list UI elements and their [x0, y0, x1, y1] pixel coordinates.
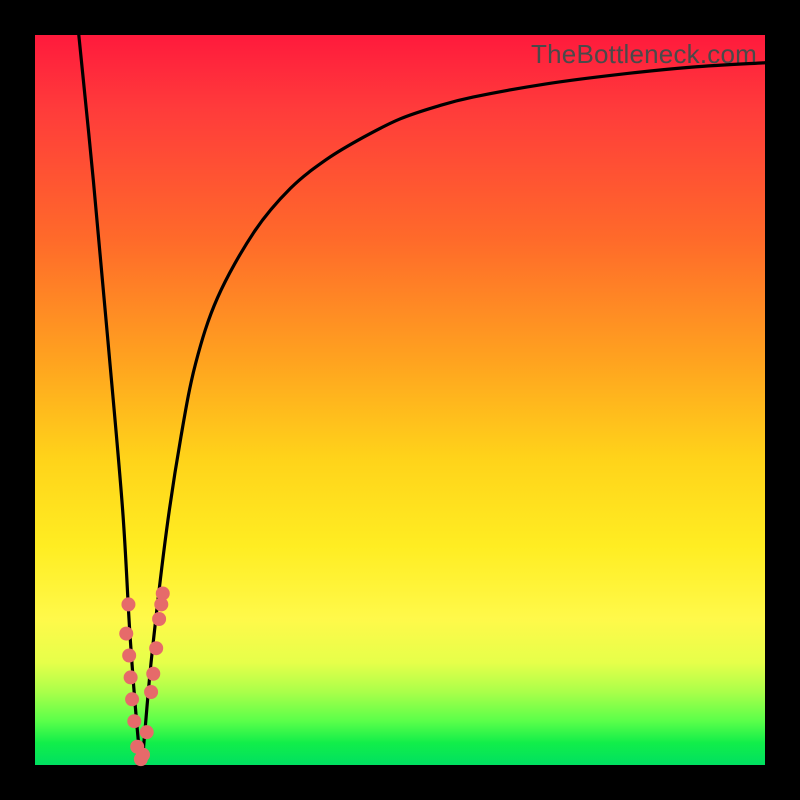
- plot-area: TheBottleneck.com: [35, 35, 765, 765]
- marker-dot: [124, 670, 138, 684]
- marker-dot: [149, 641, 163, 655]
- chart-frame: TheBottleneck.com: [0, 0, 800, 800]
- marker-dot: [119, 627, 133, 641]
- marker-dot: [122, 649, 136, 663]
- marker-dot: [127, 714, 141, 728]
- marker-dot: [140, 725, 154, 739]
- marker-dot: [144, 685, 158, 699]
- marker-dot: [121, 597, 135, 611]
- marker-dot: [125, 692, 139, 706]
- marker-dot: [136, 748, 150, 762]
- marker-dot: [156, 586, 170, 600]
- bottleneck-curve: [79, 35, 765, 765]
- marker-dot: [146, 667, 160, 681]
- marker-dot: [152, 612, 166, 626]
- bottleneck-curve-svg: [35, 35, 765, 765]
